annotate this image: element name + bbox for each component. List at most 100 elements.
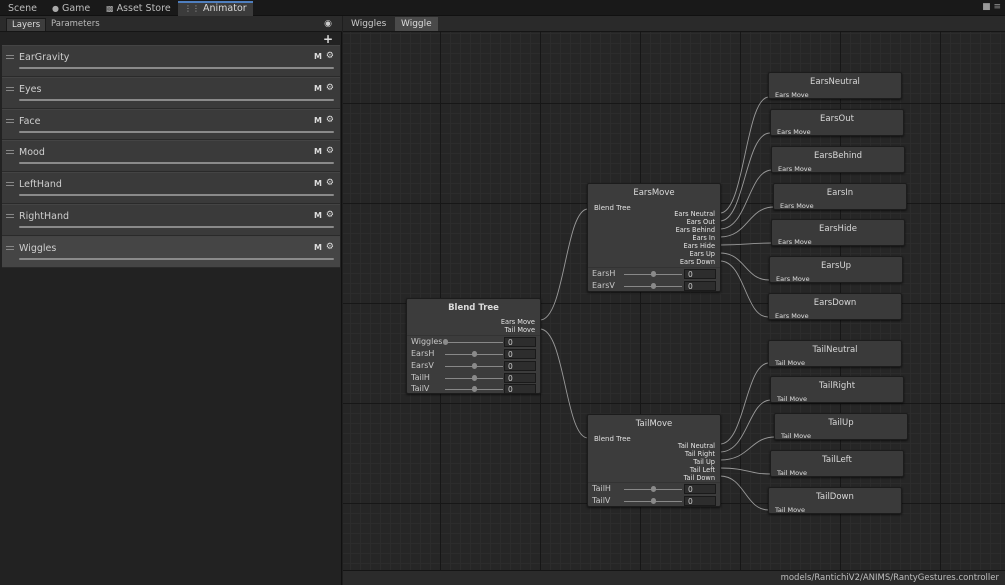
- lock-icon[interactable]: ■: [982, 2, 991, 12]
- param-value-field[interactable]: 0: [504, 373, 536, 383]
- motion-node-ears-in[interactable]: EarsIn Ears Move: [773, 183, 907, 210]
- ik-m-icon: M: [314, 179, 322, 189]
- motion-title: EarsUp: [820, 261, 852, 271]
- window-menu-controls[interactable]: ■ ≡: [982, 2, 1001, 12]
- drag-handle-icon[interactable]: [6, 118, 14, 123]
- eye-icon[interactable]: ◉: [324, 19, 332, 29]
- param-slider[interactable]: [445, 342, 503, 343]
- param-slider-knob[interactable]: [472, 386, 477, 392]
- motion-title: EarsIn: [826, 188, 854, 198]
- drag-handle-icon[interactable]: [6, 245, 14, 250]
- output-ears-behind[interactable]: Ears Behind: [674, 226, 715, 234]
- drag-handle-icon[interactable]: [6, 55, 14, 59]
- motion-node-ears-neutral[interactable]: EarsNeutral Ears Move: [768, 72, 902, 99]
- output-ears-hide[interactable]: Ears Hide: [674, 242, 715, 250]
- motion-subtitle: Ears Move: [775, 312, 809, 320]
- motion-node-tail-neutral[interactable]: TailNeutral Tail Move: [768, 340, 902, 367]
- layer-item-mood[interactable]: Mood M ⚙: [2, 140, 340, 173]
- param-slider-knob[interactable]: [651, 498, 656, 504]
- tail-move-node[interactable]: TailMove Blend Tree Tail Neutral Tail Ri…: [587, 414, 721, 507]
- tab-game[interactable]: ● Game: [46, 1, 96, 16]
- param-value-field[interactable]: 0: [504, 337, 536, 347]
- gear-icon[interactable]: ⚙: [326, 242, 334, 252]
- motion-node-ears-up[interactable]: EarsUp Ears Move: [769, 256, 903, 283]
- tab-scene[interactable]: Scene: [2, 1, 43, 16]
- layer-item-eyes[interactable]: Eyes M ⚙: [2, 76, 340, 109]
- motion-node-tail-up[interactable]: TailUp Tail Move: [774, 413, 908, 440]
- param-slider-knob[interactable]: [651, 283, 656, 289]
- param-value-field[interactable]: 0: [684, 484, 716, 494]
- motion-subtitle: Tail Move: [775, 359, 805, 367]
- output-ears-neutral[interactable]: Ears Neutral: [674, 210, 715, 218]
- tab-layers[interactable]: Layers: [6, 18, 47, 31]
- controller-path: models/RantichiV2/ANIMS/RantyGestures.co…: [780, 573, 999, 583]
- layer-item-eargravity[interactable]: EarGravity M ⚙: [2, 45, 340, 77]
- layer-item-wiggles[interactable]: Wiggles M ⚙: [2, 235, 340, 268]
- param-slider-knob[interactable]: [651, 271, 656, 277]
- motion-node-ears-behind[interactable]: EarsBehind Ears Move: [771, 146, 905, 173]
- output-ears-out[interactable]: Ears Out: [674, 218, 715, 226]
- param-slider-knob[interactable]: [472, 363, 477, 369]
- param-value-field[interactable]: 0: [504, 361, 536, 371]
- motion-subtitle: Tail Move: [775, 506, 805, 514]
- layers-panel: Layers Parameters ◉ + EarGravity M ⚙ Eye…: [0, 16, 342, 585]
- output-tail-neutral[interactable]: Tail Neutral: [678, 442, 715, 450]
- motion-node-ears-out[interactable]: EarsOut Ears Move: [770, 109, 904, 136]
- motion-node-tail-down[interactable]: TailDown Tail Move: [768, 487, 902, 514]
- param-value-field[interactable]: 0: [684, 269, 716, 279]
- output-tail-down[interactable]: Tail Down: [678, 474, 715, 482]
- drag-handle-icon[interactable]: [6, 182, 14, 187]
- param-row-earsh: EarsH 0: [409, 349, 538, 360]
- layer-weight-bar: [19, 67, 334, 69]
- gear-icon[interactable]: ⚙: [326, 210, 334, 220]
- layer-item-lefthand[interactable]: LeftHand M ⚙: [2, 172, 340, 204]
- drag-handle-icon[interactable]: [6, 150, 14, 155]
- param-name: TailV: [411, 384, 430, 393]
- motion-node-tail-right[interactable]: TailRight Tail Move: [770, 376, 904, 403]
- menu-icon[interactable]: ≡: [993, 2, 1001, 12]
- param-value-field[interactable]: 0: [684, 281, 716, 291]
- tab-parameters[interactable]: Parameters: [46, 18, 105, 31]
- drag-handle-icon[interactable]: [6, 86, 14, 91]
- layer-item-face[interactable]: Face M ⚙: [2, 108, 340, 141]
- param-slider-knob[interactable]: [472, 351, 477, 357]
- pacman-icon: ●: [52, 4, 59, 13]
- output-ears-down[interactable]: Ears Down: [674, 258, 715, 266]
- output-tail-right[interactable]: Tail Right: [678, 450, 715, 458]
- layer-weight-bar: [19, 98, 334, 101]
- param-slider-knob[interactable]: [443, 339, 448, 345]
- output-tail-up[interactable]: Tail Up: [678, 458, 715, 466]
- add-layer-button[interactable]: +: [323, 32, 333, 46]
- divider: [588, 482, 720, 483]
- output-ears-move[interactable]: Ears Move: [501, 318, 535, 326]
- gear-icon[interactable]: ⚙: [326, 115, 334, 125]
- motion-node-ears-down[interactable]: EarsDown Ears Move: [768, 293, 902, 320]
- gear-icon[interactable]: ⚙: [326, 51, 334, 61]
- output-tail-move[interactable]: Tail Move: [501, 326, 535, 334]
- gear-icon[interactable]: ⚙: [326, 83, 334, 93]
- output-ears-in[interactable]: Ears In: [674, 234, 715, 242]
- param-slider-knob[interactable]: [651, 486, 656, 492]
- ears-move-node[interactable]: EarsMove Blend Tree Ears Neutral Ears Ou…: [587, 183, 721, 292]
- param-value-field[interactable]: 0: [504, 349, 536, 359]
- output-ears-up[interactable]: Ears Up: [674, 250, 715, 258]
- motion-title: EarsHide: [819, 224, 857, 234]
- output-tail-left[interactable]: Tail Left: [678, 466, 715, 474]
- param-slider-knob[interactable]: [472, 375, 477, 381]
- param-value-field[interactable]: 0: [504, 384, 536, 394]
- breadcrumb-wiggles[interactable]: Wiggles: [345, 17, 392, 31]
- tab-animator[interactable]: ⋮⋮ Animator: [178, 1, 253, 16]
- param-value-field[interactable]: 0: [684, 496, 716, 506]
- param-name: EarsH: [411, 349, 435, 358]
- layer-item-righthand[interactable]: RightHand M ⚙: [2, 203, 340, 236]
- blend-tree-node[interactable]: Blend Tree Ears Move Tail Move Wiggles 0…: [406, 298, 541, 394]
- divider: [407, 335, 540, 336]
- gear-icon[interactable]: ⚙: [326, 178, 334, 188]
- gear-icon[interactable]: ⚙: [326, 146, 334, 156]
- tab-asset-store[interactable]: ▩ Asset Store: [100, 1, 177, 16]
- drag-handle-icon[interactable]: [6, 213, 14, 218]
- breadcrumb-wiggle[interactable]: Wiggle: [395, 17, 438, 31]
- ik-m-icon: M: [314, 242, 322, 252]
- motion-node-ears-hide[interactable]: EarsHide Ears Move: [771, 219, 905, 246]
- motion-node-tail-left[interactable]: TailLeft Tail Move: [770, 450, 904, 477]
